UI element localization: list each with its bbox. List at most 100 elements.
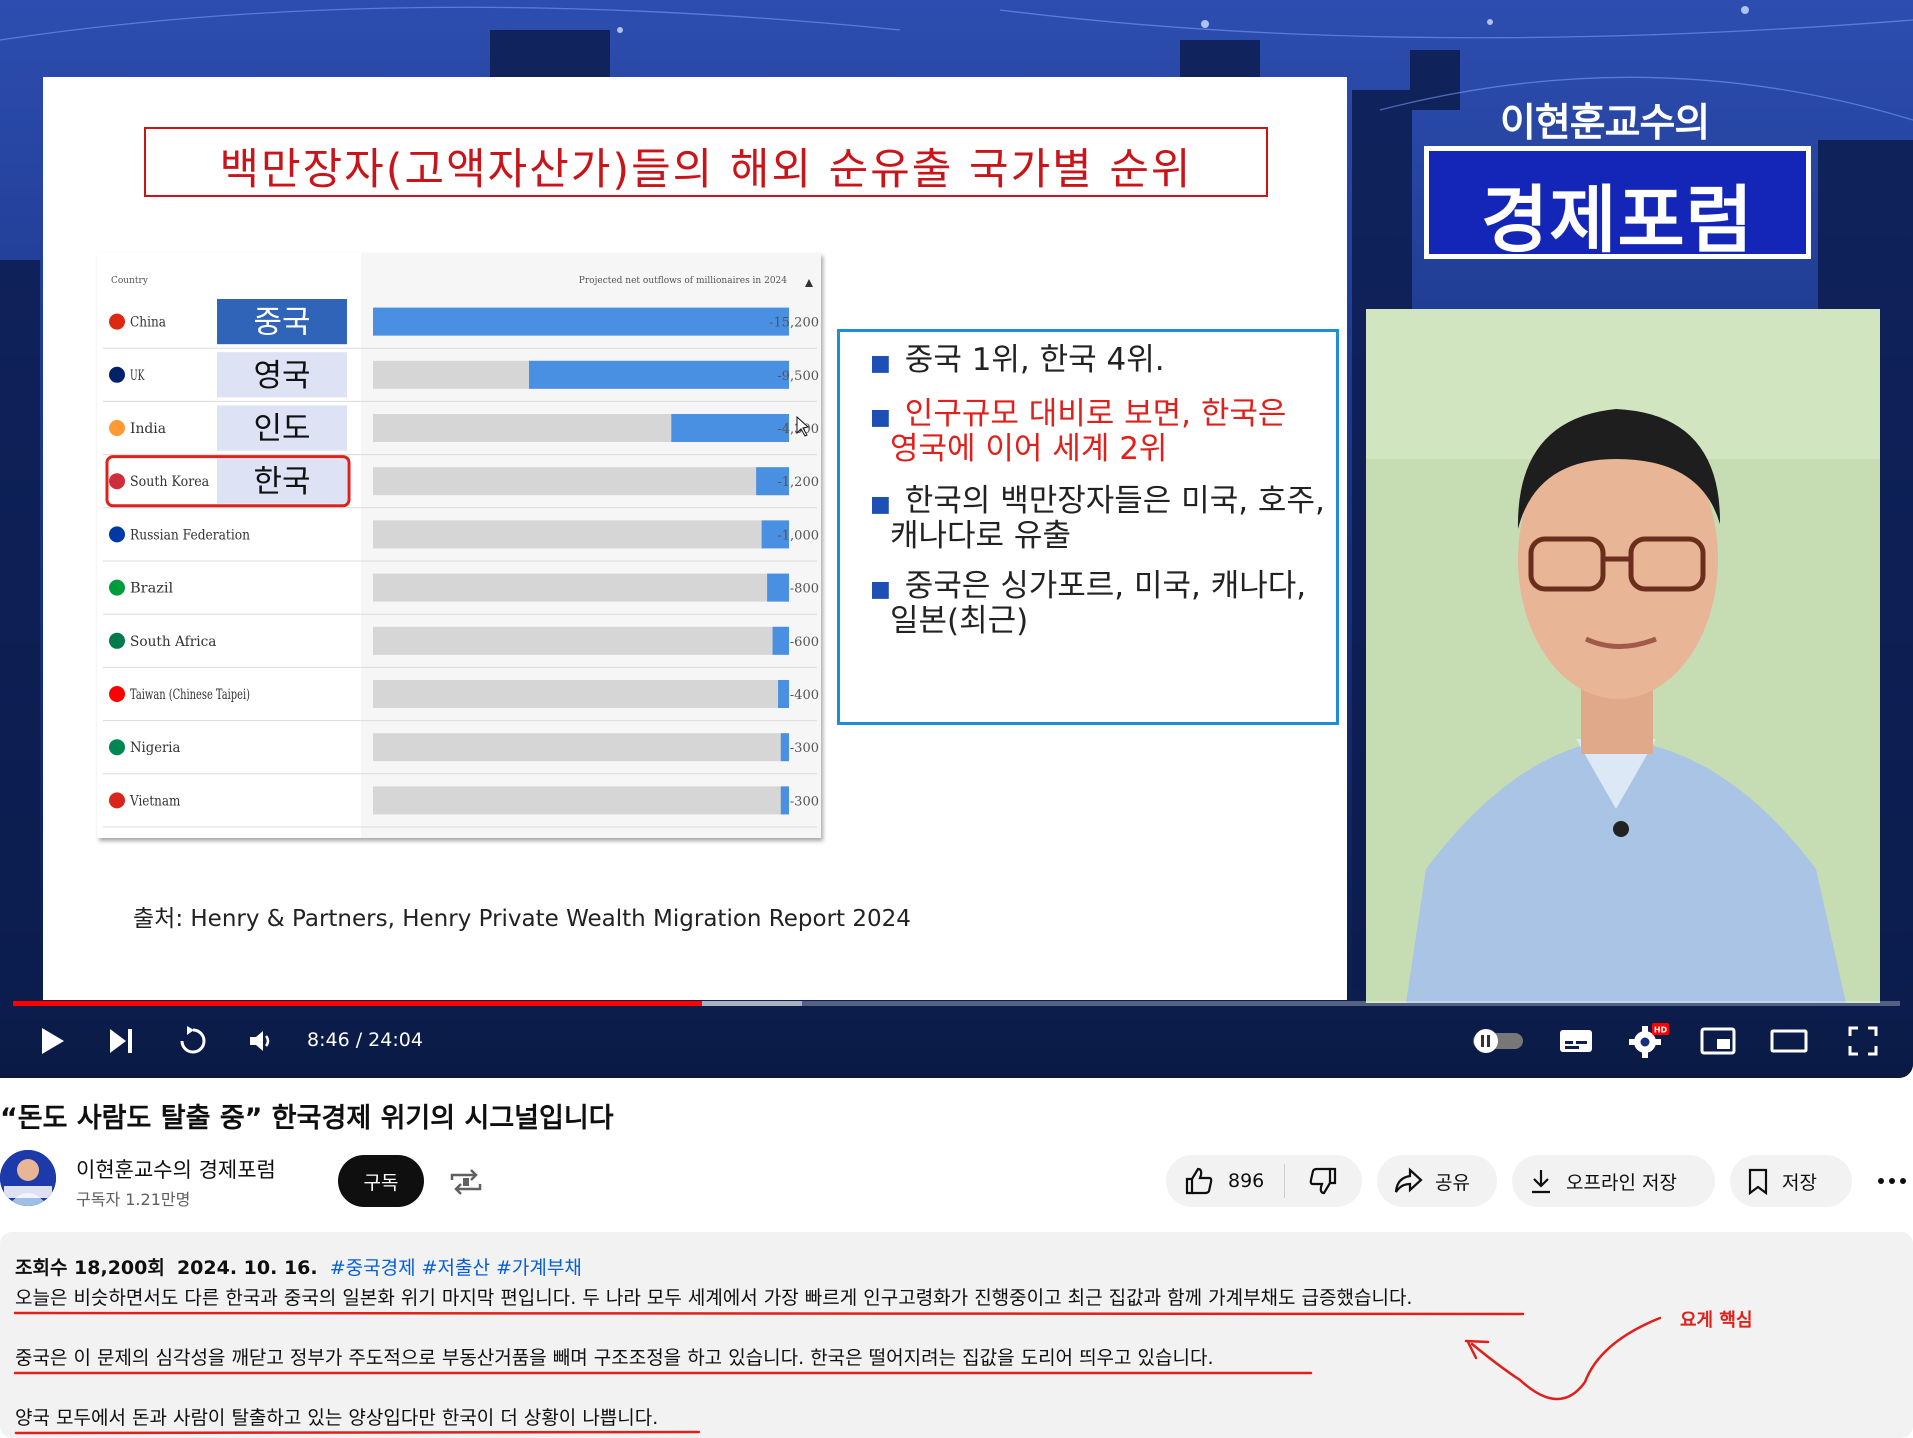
korean-label: 한국 bbox=[253, 464, 310, 500]
bullet-text: 캐나다로 유출 bbox=[890, 518, 1071, 554]
theater-mode-button[interactable] bbox=[1766, 1020, 1812, 1062]
data-bar bbox=[772, 626, 789, 655]
country-label: China bbox=[130, 315, 166, 331]
bullet-marker-icon: ■ bbox=[870, 492, 891, 517]
presenter-webcam bbox=[1366, 309, 1880, 1003]
autoplay-button[interactable] bbox=[172, 1020, 214, 1062]
bar-track bbox=[373, 573, 789, 602]
country-label: Nigeria bbox=[130, 740, 180, 756]
like-dislike-group: 896 bbox=[1166, 1155, 1362, 1207]
value-label: -9,500 bbox=[777, 369, 819, 384]
value-label: -300 bbox=[790, 741, 819, 756]
brand-subtitle: 이현훈교수의 bbox=[1500, 101, 1710, 146]
more-actions-button[interactable] bbox=[1866, 1155, 1913, 1207]
like-icon bbox=[1185, 1167, 1213, 1195]
bullet-marker-icon: ■ bbox=[870, 577, 891, 602]
flag-icon bbox=[109, 579, 125, 596]
miniplayer-icon bbox=[1700, 1027, 1736, 1055]
value-label: -600 bbox=[790, 635, 819, 650]
bar-chart: Country Projected net outflows of million… bbox=[97, 253, 821, 838]
share-button[interactable]: 공유 bbox=[1377, 1155, 1497, 1207]
download-icon bbox=[1532, 1170, 1550, 1194]
data-bar bbox=[529, 360, 789, 389]
next-button[interactable] bbox=[100, 1020, 142, 1062]
dislike-button[interactable] bbox=[1285, 1155, 1361, 1207]
value-label: -300 bbox=[790, 794, 819, 809]
subscriber-count: 구독자 1.21만명 bbox=[76, 1190, 191, 1209]
share-icon bbox=[1394, 1167, 1423, 1193]
slide-bullet: 캐나다로 유출 bbox=[890, 518, 1071, 555]
country-label: South Korea bbox=[130, 474, 209, 490]
bullet-text: 영국에 이어 세계 2위 bbox=[890, 431, 1168, 467]
autoplay-toggle-icon bbox=[1473, 1029, 1523, 1053]
like-button[interactable]: 896 bbox=[1166, 1155, 1284, 1207]
avatar-image bbox=[0, 1150, 56, 1206]
slide-bullet: ■ 인구규모 대비로 보면, 한국은 bbox=[870, 396, 1286, 436]
save-button[interactable]: 저장 bbox=[1730, 1155, 1852, 1207]
country-label: Russian Federation bbox=[130, 527, 250, 543]
annotation-label: 요게 핵심 bbox=[1680, 1310, 1753, 1331]
channel-avatar[interactable] bbox=[0, 1150, 56, 1206]
theater-icon bbox=[1770, 1029, 1808, 1053]
save-label: 저장 bbox=[1782, 1171, 1817, 1194]
more-icon bbox=[1878, 1178, 1906, 1184]
migration-chart: Country Projected net outflows of million… bbox=[97, 253, 821, 838]
fullscreen-icon bbox=[1848, 1026, 1878, 1056]
progress-played bbox=[13, 1001, 702, 1006]
play-button[interactable] bbox=[30, 1020, 72, 1062]
progress-bar[interactable] bbox=[13, 1001, 1900, 1006]
data-bar bbox=[780, 786, 789, 815]
volume-button[interactable] bbox=[240, 1020, 282, 1062]
data-bar bbox=[671, 414, 789, 442]
annotation-arrow bbox=[1470, 1316, 1662, 1401]
data-bar bbox=[767, 573, 789, 602]
bar-track bbox=[373, 520, 789, 549]
subscribe-button[interactable]: 구독 bbox=[338, 1155, 424, 1207]
channel-name[interactable]: 이현훈교수의 경제포럼 bbox=[76, 1154, 276, 1184]
bar-track bbox=[373, 786, 789, 815]
underline bbox=[14, 1430, 701, 1435]
data-bar bbox=[780, 733, 789, 762]
slide-bullet: 영국에 이어 세계 2위 bbox=[890, 431, 1167, 468]
value-label: -800 bbox=[790, 582, 819, 597]
bullet-box: ■ 중국 1위, 한국 4위. ■ 인구규모 대비로 보면, 한국은 영국에 이어 세계… bbox=[837, 329, 1339, 725]
repost-button[interactable] bbox=[448, 1166, 484, 1202]
column-header: Country bbox=[111, 276, 149, 286]
brand-box: 경제포럼 bbox=[1424, 146, 1811, 263]
bullet-text: 중국 1위, 한국 4위. bbox=[904, 342, 1165, 378]
country-label: India bbox=[130, 421, 166, 437]
presenter-image bbox=[1366, 309, 1880, 1003]
bookmark-icon bbox=[1748, 1168, 1768, 1195]
value-label: -1,000 bbox=[777, 528, 819, 543]
country-label: South Africa bbox=[130, 634, 216, 650]
play-icon bbox=[42, 1028, 64, 1054]
flag-icon bbox=[109, 473, 125, 490]
presentation-slide: 백만장자(고액자산가)들의 해외 순유출 국가별 순위 Country Proje… bbox=[43, 77, 1347, 1000]
flag-icon bbox=[109, 526, 125, 543]
autoplay-toggle[interactable] bbox=[1469, 1020, 1527, 1062]
value-label: -1,200 bbox=[777, 475, 819, 490]
miniplayer-button[interactable] bbox=[1695, 1020, 1741, 1062]
slide-bullet: ■ 중국은 싱가포르, 미국, 캐나다, bbox=[870, 568, 1306, 608]
source-citation: 출처: Henry & Partners, Henry Private Weal… bbox=[133, 906, 911, 932]
bullet-marker-icon: ■ bbox=[870, 351, 891, 376]
offline-save-button[interactable]: 오프라인 저장 bbox=[1512, 1155, 1715, 1207]
bullet-text: 중국은 싱가포르, 미국, 캐나다, bbox=[904, 568, 1307, 604]
settings-button[interactable]: HD bbox=[1625, 1020, 1671, 1062]
volume-icon bbox=[250, 1031, 270, 1051]
fullscreen-button[interactable] bbox=[1840, 1020, 1886, 1062]
repost-icon bbox=[450, 1169, 482, 1195]
bullet-marker-icon: ■ bbox=[870, 405, 891, 430]
flag-icon bbox=[109, 366, 125, 383]
korean-label: 중국 bbox=[253, 305, 310, 341]
next-icon bbox=[110, 1029, 132, 1053]
subtitles-button[interactable] bbox=[1553, 1020, 1599, 1062]
bullet-text: 일본(최근) bbox=[890, 603, 1029, 639]
video-title: “돈도 사람도 탈출 중” 한국경제 위기의 시그널입니다 bbox=[0, 1103, 614, 1134]
flag-icon bbox=[109, 686, 125, 702]
red-annotations bbox=[13, 1311, 1662, 1435]
autoplay-icon bbox=[180, 1026, 206, 1054]
slide-title-box: 백만장자(고액자산가)들의 해외 순유출 국가별 순위 bbox=[144, 127, 1268, 197]
video-player[interactable]: 백만장자(고액자산가)들의 해외 순유출 국가별 순위 Country Proje… bbox=[0, 0, 1913, 1078]
slide-bullet: 일본(최근) bbox=[890, 603, 1028, 640]
